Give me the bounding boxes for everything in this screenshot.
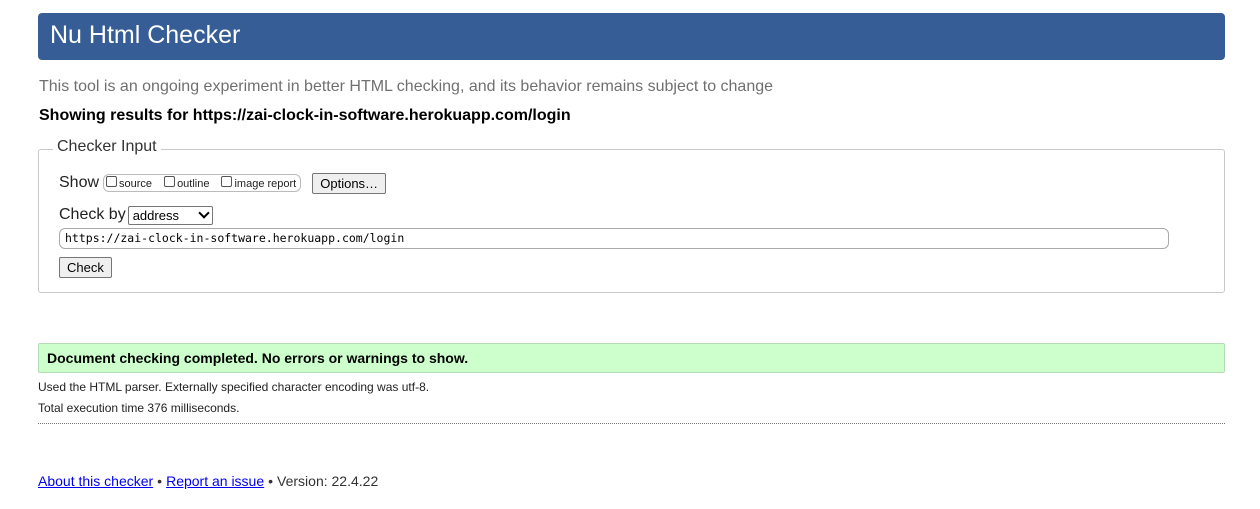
outline-checkbox-label[interactable]: outline	[177, 178, 209, 190]
check-by-selected-value: address	[132, 207, 179, 223]
divider	[38, 423, 1225, 424]
footer-separator: •	[268, 473, 274, 489]
source-checkbox[interactable]	[106, 175, 118, 187]
success-message: Document checking completed. No errors o…	[47, 350, 469, 366]
header-bar: Nu Html Checker	[38, 13, 1225, 60]
show-options-group: source outline image report	[103, 174, 302, 192]
page: Nu Html Checker This tool is an ongoing …	[0, 0, 1260, 509]
show-outline-option[interactable]: outline	[164, 175, 209, 190]
success-message-box: Document checking completed. No errors o…	[38, 343, 1225, 373]
image-report-checkbox[interactable]	[221, 175, 233, 187]
execution-time: Total execution time 376 milliseconds.	[38, 401, 240, 415]
source-checkbox-label[interactable]: source	[119, 178, 152, 190]
url-input[interactable]: https://zai-clock-in-software.herokuapp.…	[59, 228, 1169, 249]
show-image-report-option[interactable]: image report	[221, 175, 296, 190]
show-row: Show source outline image report Options…	[59, 172, 387, 194]
check-by-label: Check by	[59, 206, 126, 223]
results-heading: Showing results for https://zai-clock-in…	[39, 107, 571, 124]
checker-input-fieldset	[38, 149, 1225, 293]
about-checker-link[interactable]: About this checker	[38, 473, 153, 489]
page-title: Nu Html Checker	[50, 21, 241, 49]
image-report-checkbox-label[interactable]: image report	[234, 178, 296, 190]
show-label: Show	[59, 174, 100, 191]
version-text: Version: 22.4.22	[277, 473, 379, 489]
report-issue-link[interactable]: Report an issue	[166, 473, 264, 489]
chevron-down-icon	[198, 207, 210, 219]
check-button[interactable]: Check	[59, 257, 112, 278]
check-by-select[interactable]: address	[127, 205, 213, 225]
footer: About this checker • Report an issue • Versi…	[38, 473, 378, 489]
footer-separator: •	[157, 473, 163, 489]
options-button[interactable]: Options…	[312, 172, 387, 194]
show-source-option[interactable]: source	[106, 175, 152, 190]
checker-input-legend: Checker Input	[53, 138, 161, 156]
outline-checkbox[interactable]	[164, 175, 176, 187]
check-by-row: Check by address	[59, 205, 213, 225]
tagline: This tool is an ongoing experiment in be…	[39, 78, 774, 95]
parser-note: Used the HTML parser. Externally specifi…	[38, 380, 430, 394]
